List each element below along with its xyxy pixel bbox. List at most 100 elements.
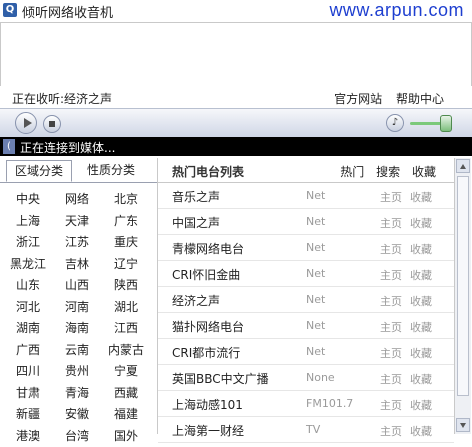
- station-favorite-link[interactable]: 收藏: [410, 241, 432, 257]
- title-bar: Q 倾听网络收音机 www.arpun.com: [0, 0, 472, 22]
- station-favorite-link[interactable]: 收藏: [410, 267, 432, 283]
- station-name[interactable]: CRI怀旧金曲: [172, 266, 240, 283]
- station-home-link[interactable]: 主页: [380, 241, 402, 257]
- station-home-link[interactable]: 主页: [380, 319, 402, 335]
- station-row[interactable]: 中国之声Net主页收藏: [158, 209, 454, 235]
- station-name[interactable]: 音乐之声: [172, 188, 220, 205]
- info-row: 正在收听:经济之声 官方网站 帮助中心: [0, 86, 472, 108]
- region-item[interactable]: 天津: [55, 211, 99, 233]
- favorites-link[interactable]: 收藏: [412, 165, 436, 179]
- tab-region[interactable]: 区域分类: [6, 160, 72, 182]
- region-item[interactable]: 甘肃: [6, 383, 50, 405]
- station-favorite-link[interactable]: 收藏: [410, 371, 432, 387]
- station-name[interactable]: 猫扑网络电台: [172, 318, 244, 335]
- station-name[interactable]: 经济之声: [172, 292, 220, 309]
- region-item[interactable]: 广东: [104, 211, 148, 233]
- region-item[interactable]: 海南: [55, 318, 99, 340]
- region-item[interactable]: 吉林: [55, 254, 99, 276]
- station-home-link[interactable]: 主页: [380, 423, 402, 439]
- region-item[interactable]: 中央: [6, 189, 50, 211]
- station-frequency: FM101.7: [306, 397, 353, 410]
- region-item[interactable]: 宁夏: [104, 361, 148, 383]
- station-name[interactable]: CRI都市流行: [172, 344, 240, 361]
- station-row[interactable]: 猫扑网络电台Net主页收藏: [158, 313, 454, 339]
- scrollbar-thumb[interactable]: [457, 176, 469, 396]
- region-item[interactable]: 湖北: [104, 297, 148, 319]
- volume-icon[interactable]: ♪: [386, 114, 404, 132]
- watermark: www.arpun.com: [329, 0, 464, 21]
- station-list-scrollbar[interactable]: [454, 158, 471, 434]
- station-favorite-link[interactable]: 收藏: [410, 319, 432, 335]
- region-item[interactable]: 台湾: [55, 426, 99, 447]
- station-row[interactable]: 音乐之声Net主页收藏: [158, 183, 454, 209]
- station-home-link[interactable]: 主页: [380, 293, 402, 309]
- station-home-link[interactable]: 主页: [380, 371, 402, 387]
- station-name[interactable]: 英国BBC中文广播: [172, 370, 269, 387]
- region-item[interactable]: 安徽: [55, 404, 99, 426]
- help-center-link[interactable]: 帮助中心: [396, 92, 444, 106]
- region-item[interactable]: 北京: [104, 189, 148, 211]
- region-item[interactable]: 陕西: [104, 275, 148, 297]
- play-button[interactable]: [15, 112, 37, 134]
- region-item[interactable]: 江苏: [55, 232, 99, 254]
- region-item[interactable]: 内蒙古: [104, 340, 148, 362]
- region-item[interactable]: 黑龙江: [6, 254, 50, 276]
- region-item[interactable]: 河南: [55, 297, 99, 319]
- region-item[interactable]: 广西: [6, 340, 50, 362]
- station-favorite-link[interactable]: 收藏: [410, 423, 432, 439]
- station-favorite-link[interactable]: 收藏: [410, 215, 432, 231]
- region-item[interactable]: 上海: [6, 211, 50, 233]
- scroll-down-arrow-icon[interactable]: [456, 418, 470, 432]
- region-item[interactable]: 国外: [104, 426, 148, 447]
- region-item[interactable]: 新疆: [6, 404, 50, 426]
- region-item[interactable]: 贵州: [55, 361, 99, 383]
- region-item[interactable]: 浙江: [6, 232, 50, 254]
- region-item[interactable]: 青海: [55, 383, 99, 405]
- station-name[interactable]: 中国之声: [172, 214, 220, 231]
- volume-slider-handle[interactable]: [440, 115, 452, 132]
- station-row[interactable]: CRI都市流行Net主页收藏: [158, 339, 454, 365]
- region-item[interactable]: 西藏: [104, 383, 148, 405]
- station-home-link[interactable]: 主页: [380, 267, 402, 283]
- station-frequency: Net: [306, 293, 325, 306]
- station-name[interactable]: 上海第一财经: [172, 422, 244, 439]
- region-item[interactable]: 四川: [6, 361, 50, 383]
- display-area: [0, 22, 472, 87]
- region-item[interactable]: 云南: [55, 340, 99, 362]
- official-site-link[interactable]: 官方网站: [334, 92, 382, 106]
- region-item[interactable]: 重庆: [104, 232, 148, 254]
- region-item[interactable]: 河北: [6, 297, 50, 319]
- station-favorite-link[interactable]: 收藏: [410, 189, 432, 205]
- station-favorite-link[interactable]: 收藏: [410, 345, 432, 361]
- station-list: 音乐之声Net主页收藏中国之声Net主页收藏青檬网络电台Net主页收藏CRI怀旧…: [158, 183, 454, 443]
- category-panel: 区域分类 性质分类 中央网络北京上海天津广东浙江江苏重庆黑龙江吉林辽宁山东山西陕…: [0, 158, 158, 434]
- station-row[interactable]: 英国BBC中文广播None主页收藏: [158, 365, 454, 391]
- station-favorite-link[interactable]: 收藏: [410, 293, 432, 309]
- region-item[interactable]: 江西: [104, 318, 148, 340]
- region-item[interactable]: 港澳: [6, 426, 50, 447]
- scroll-up-arrow-icon[interactable]: [456, 159, 470, 173]
- region-item[interactable]: 辽宁: [104, 254, 148, 276]
- search-link[interactable]: 搜索: [376, 165, 400, 179]
- station-name[interactable]: 上海动感101: [172, 396, 243, 413]
- station-panel: 热门电台列表 热门 搜索 收藏 音乐之声Net主页收藏中国之声Net主页收藏青檬…: [158, 158, 454, 434]
- region-item[interactable]: 山西: [55, 275, 99, 297]
- station-row[interactable]: 上海动感101 FM101.7 主页收藏: [158, 391, 454, 417]
- station-home-link[interactable]: 主页: [380, 345, 402, 361]
- station-home-link[interactable]: 主页: [380, 397, 402, 413]
- station-row[interactable]: 经济之声 Net 主页收藏: [158, 287, 454, 313]
- station-row[interactable]: 上海第一财经TV主页收藏: [158, 417, 454, 443]
- region-item[interactable]: 福建: [104, 404, 148, 426]
- tab-nature[interactable]: 性质分类: [78, 160, 144, 182]
- region-item[interactable]: 山东: [6, 275, 50, 297]
- station-home-link[interactable]: 主页: [380, 189, 402, 205]
- stop-button[interactable]: [43, 115, 61, 133]
- station-home-link[interactable]: 主页: [380, 215, 402, 231]
- region-item[interactable]: 湖南: [6, 318, 50, 340]
- station-row[interactable]: 青檬网络电台Net主页收藏: [158, 235, 454, 261]
- station-name[interactable]: 青檬网络电台: [172, 240, 244, 257]
- region-item[interactable]: 网络: [55, 189, 99, 211]
- hot-link[interactable]: 热门: [340, 165, 364, 179]
- station-row[interactable]: CRI怀旧金曲Net主页收藏: [158, 261, 454, 287]
- station-favorite-link[interactable]: 收藏: [410, 397, 432, 413]
